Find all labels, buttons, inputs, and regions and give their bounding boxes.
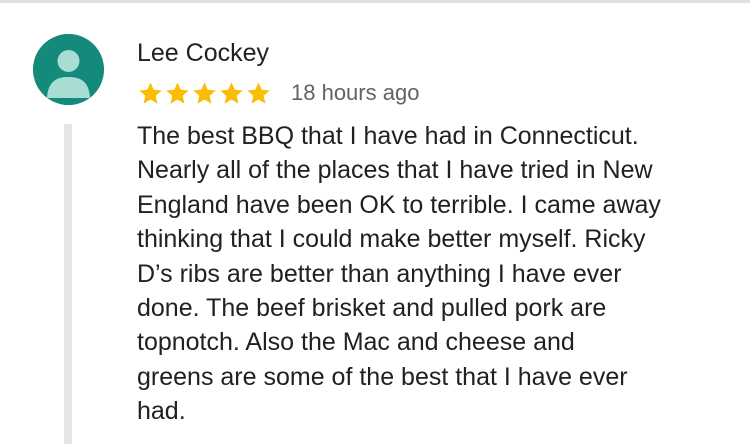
review-text-line: topnotch. Also the Mac and cheese and — [137, 328, 575, 357]
review-text-line: The best BBQ that I have had in Connecti… — [137, 122, 639, 150]
review-text-line: had. — [137, 397, 186, 426]
person-silhouette-icon — [33, 34, 104, 105]
review-time: 18 hours ago — [291, 80, 420, 105]
review-text: The best BBQ that I have had in Connecti… — [137, 119, 727, 429]
review-text-line: thinking that I could make better myself… — [137, 225, 646, 254]
star-icon — [220, 81, 243, 104]
star-rating — [137, 80, 272, 107]
review-text-line: done. The beef brisket and pulled pork a… — [137, 294, 607, 323]
star-icon — [247, 81, 270, 104]
star-icon — [193, 81, 216, 104]
avatar[interactable] — [33, 34, 104, 105]
review-card: Lee Cockey 18 hours ago The best BBQ tha… — [0, 0, 750, 444]
star-icon — [166, 81, 189, 104]
review-text-line: greens are some of the best that I have … — [137, 362, 628, 391]
reviewer-name[interactable]: Lee Cockey — [137, 38, 269, 68]
thread-line — [64, 124, 72, 444]
review-text-line: England have been OK to terrible. I came… — [137, 190, 661, 219]
rating-row: 18 hours ago — [137, 78, 419, 108]
review-text-line: D’s ribs are better than anything I have… — [137, 259, 622, 288]
top-divider — [0, 0, 750, 3]
star-icon — [139, 81, 162, 104]
review-text-line: Nearly all of the places that I have tri… — [137, 156, 653, 185]
